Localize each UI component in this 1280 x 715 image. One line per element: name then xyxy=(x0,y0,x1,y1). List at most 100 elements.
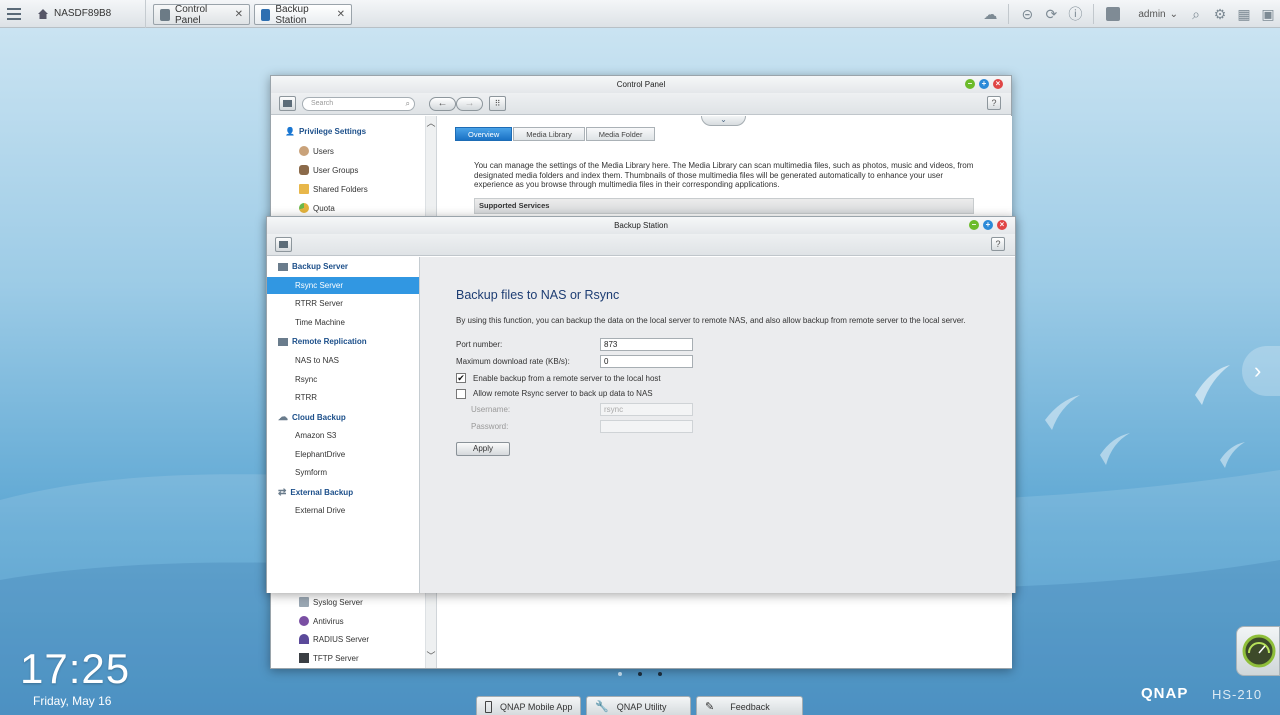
external-backup-heading[interactable]: ⇄ External Backup xyxy=(278,487,353,498)
sidebar-item-syslog-server[interactable]: Syslog Server xyxy=(299,597,363,607)
edit-icon: ✎ xyxy=(705,701,715,713)
close-tab-icon[interactable]: ✕ xyxy=(337,9,345,20)
sidebar-item-users[interactable]: Users xyxy=(299,146,334,156)
desktop-page-dot[interactable] xyxy=(638,672,642,676)
heading-label: Privilege Settings xyxy=(298,127,367,136)
server-icon xyxy=(278,262,288,271)
sidebar-item-shared-folders[interactable]: Shared Folders xyxy=(299,184,368,194)
scroll-down-icon[interactable]: ﹀ xyxy=(426,649,436,662)
close-icon[interactable]: × xyxy=(997,220,1007,230)
sidebar-item-elephantdrive[interactable]: ElephantDrive xyxy=(267,446,419,463)
grid-view-icon[interactable]: ⠿ xyxy=(489,96,506,111)
heading-label: External Backup xyxy=(290,488,354,497)
feedback-button[interactable]: ✎ Feedback xyxy=(696,696,803,715)
cloud-icon[interactable]: ☁ xyxy=(978,0,1002,28)
taskbar-tab-control-panel[interactable]: Control Panel ✕ xyxy=(153,3,250,26)
search-placeholder: Search xyxy=(311,99,334,107)
nas-home-button[interactable]: NASDF89B8 xyxy=(28,0,146,28)
search-icon[interactable]: ⌕ xyxy=(1184,0,1208,28)
search-input[interactable]: Search ⌕ xyxy=(302,96,415,111)
maximize-icon[interactable]: + xyxy=(979,79,989,89)
scroll-up-icon[interactable]: ︿ xyxy=(426,116,436,129)
backup-server-heading[interactable]: Backup Server xyxy=(278,262,348,271)
taskbar-tab-backup-station[interactable]: Backup Station ✕ xyxy=(254,3,352,26)
apply-button[interactable]: Apply xyxy=(456,442,510,456)
enable-remote-backup-checkbox[interactable]: ✔ xyxy=(456,373,466,383)
sidebar-item-quota[interactable]: Quota xyxy=(299,203,335,213)
backup-station-titlebar[interactable]: Backup Station – + × xyxy=(267,217,1015,234)
resource-monitor-widget[interactable] xyxy=(1236,626,1280,676)
control-panel-titlebar[interactable]: Control Panel – + × xyxy=(271,76,1011,93)
sidebar-item-external-drive[interactable]: External Drive xyxy=(267,502,419,519)
port-number-input[interactable]: 873 xyxy=(600,338,693,351)
password-input[interactable] xyxy=(600,420,693,433)
sidebar-item-antivirus[interactable]: Antivirus xyxy=(299,616,344,626)
sidebar-item-rsync[interactable]: Rsync xyxy=(267,371,419,388)
tftp-icon xyxy=(299,653,309,663)
back-arrow-icon[interactable]: ← xyxy=(429,96,456,111)
help-button[interactable]: ? xyxy=(987,96,1001,110)
username-input[interactable]: rsync xyxy=(600,403,693,416)
next-desktop-button[interactable]: › xyxy=(1242,346,1280,396)
max-download-rate-input[interactable]: 0 xyxy=(600,355,693,368)
page-title: Backup files to NAS or Rsync xyxy=(456,288,620,302)
privilege-settings-heading[interactable]: 👤 Privilege Settings xyxy=(285,127,366,136)
qnap-utility-button[interactable]: 🔧 QNAP Utility xyxy=(586,696,691,715)
cloud-backup-heading[interactable]: ☁ Cloud Backup xyxy=(278,412,346,423)
sidebar-item-amazon-s3[interactable]: Amazon S3 xyxy=(267,427,419,444)
sidebar-item-tftp-server[interactable]: TFTP Server xyxy=(299,653,359,663)
help-button[interactable]: ? xyxy=(991,237,1005,251)
background-tasks-icon[interactable]: ⟳ xyxy=(1039,0,1063,28)
sidebar-item-symform[interactable]: Symform xyxy=(267,464,419,481)
dock-label: Feedback xyxy=(730,701,770,712)
sidebar-item-rtrr-server[interactable]: RTRR Server xyxy=(267,295,419,312)
home-view-icon[interactable] xyxy=(279,96,296,111)
backup-station-sidebar: Backup Server Rsync Server RTRR Server T… xyxy=(267,257,420,593)
taskbar-tab-label: Control Panel xyxy=(175,3,208,26)
user-menu[interactable]: admin ⌄ xyxy=(1100,7,1184,21)
backup-station-icon xyxy=(261,8,271,21)
tab-media-library[interactable]: Media Library xyxy=(513,127,585,141)
language-icon[interactable]: ▦ xyxy=(1232,0,1256,28)
maximize-icon[interactable]: + xyxy=(983,220,993,230)
backup-station-window: Backup Station – + × ? Backup Server Rsy… xyxy=(266,216,1016,593)
username-label: admin xyxy=(1138,8,1166,20)
model-name: HS-210 xyxy=(1212,687,1263,702)
home-view-icon[interactable] xyxy=(275,237,292,252)
desktop-page-dot[interactable] xyxy=(618,672,622,676)
info-icon[interactable]: ⓘ xyxy=(1063,0,1087,28)
sidebar-item-user-groups[interactable]: User Groups xyxy=(299,165,358,175)
desktop-page-dot[interactable] xyxy=(658,672,662,676)
minimize-icon[interactable]: – xyxy=(965,79,975,89)
sidebar-item-radius-server[interactable]: RADIUS Server xyxy=(299,634,369,644)
max-download-rate-label: Maximum download rate (KB/s): xyxy=(456,357,570,366)
folder-icon xyxy=(299,184,309,194)
download-icon[interactable]: ⊝ xyxy=(1015,0,1039,28)
top-taskbar: NASDF89B8 Control Panel ✕ Backup Station… xyxy=(0,0,1280,28)
sidebar-item-time-machine[interactable]: Time Machine xyxy=(267,314,419,331)
allow-rsync-checkbox[interactable] xyxy=(456,389,466,399)
minimize-icon[interactable]: – xyxy=(969,220,979,230)
chevron-right-icon: › xyxy=(1254,358,1262,383)
chevron-down-icon: ⌄ xyxy=(1169,8,1178,20)
tab-media-folder[interactable]: Media Folder xyxy=(585,127,656,141)
main-menu-button[interactable] xyxy=(0,0,28,28)
backup-station-toolbar: ? xyxy=(267,234,1015,256)
sidebar-item-nas-to-nas[interactable]: NAS to NAS xyxy=(267,352,419,369)
allow-rsync-label: Allow remote Rsync server to back up dat… xyxy=(473,389,653,398)
settings-icon[interactable]: ⚙ xyxy=(1208,0,1232,28)
dashboard-icon[interactable]: ▣ xyxy=(1256,0,1280,28)
media-tabs: Overview Media Library Media Folder xyxy=(455,127,656,141)
qnap-mobile-app-button[interactable]: QNAP Mobile App xyxy=(476,696,581,715)
sidebar-item-rsync-server[interactable]: Rsync Server xyxy=(267,277,419,294)
sidebar-item-label: TFTP Server xyxy=(313,653,359,663)
forward-arrow-icon[interactable]: → xyxy=(456,96,483,111)
sync-icon: ⇄ xyxy=(278,487,287,498)
remote-replication-heading[interactable]: Remote Replication xyxy=(278,337,367,346)
close-icon[interactable]: × xyxy=(993,79,1003,89)
tab-overview[interactable]: Overview xyxy=(455,127,513,141)
sidebar-item-rtrr[interactable]: RTRR xyxy=(267,389,419,406)
close-tab-icon[interactable]: ✕ xyxy=(235,9,243,20)
expand-panel-tab[interactable]: ⌄ xyxy=(701,116,746,126)
taskbar-tab-label: Backup Station xyxy=(275,3,309,26)
